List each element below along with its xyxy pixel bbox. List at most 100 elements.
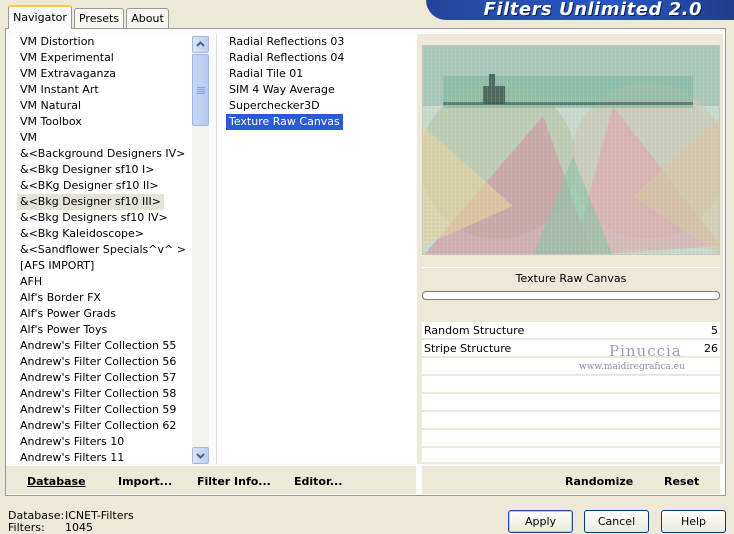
apply-button[interactable]: Apply (508, 510, 573, 533)
scroll-up-button[interactable] (192, 36, 209, 53)
category-item[interactable]: Alf's Border FX (20, 290, 192, 306)
category-item[interactable]: VM Distortion (20, 34, 192, 50)
status-filters-label: Filters: (8, 521, 45, 534)
category-item[interactable]: VM Experimental (20, 50, 192, 66)
filter-label: Radial Reflections 03 (229, 35, 345, 48)
category-label: &<Bkg Designer sf10 III> (17, 194, 165, 210)
filter-label: Radial Reflections 04 (229, 51, 345, 64)
filter-label: Radial Tile 01 (229, 67, 304, 80)
filter-list[interactable]: Radial Reflections 03 Radial Reflections … (216, 34, 416, 464)
category-label: Andrew's Filter Collection 58 (20, 387, 177, 400)
watermark-name: Pinuccia (609, 342, 682, 360)
category-item[interactable]: &<Bkg Designer sf10 III> (17, 194, 192, 210)
category-label: &<Background Designers IV> (20, 147, 186, 160)
watermark-url: www.maidiregrafica.eu (579, 362, 685, 372)
category-item[interactable]: &<Bkg Kaleidoscope> (20, 226, 192, 242)
category-label: Alf's Power Grads (20, 307, 116, 320)
category-label: VM Experimental (20, 51, 114, 64)
category-item[interactable]: VM Toolbox (20, 114, 192, 130)
help-button[interactable]: Help (661, 510, 726, 533)
category-label: VM Natural (20, 99, 82, 112)
cancel-button[interactable]: Cancel (584, 510, 649, 533)
filter-item[interactable]: Radial Reflections 04 (229, 50, 416, 66)
category-item[interactable]: &<Bkg Designer sf10 I> (20, 162, 192, 178)
category-label: VM (20, 131, 38, 144)
editor-button[interactable]: Editor... (294, 475, 342, 488)
tab-about[interactable]: About (126, 8, 169, 28)
category-item[interactable]: VM Natural (20, 98, 192, 114)
tab-presets[interactable]: Presets (74, 8, 124, 28)
category-label: Andrew's Filter Collection 59 (20, 403, 177, 416)
preview-image (422, 45, 720, 255)
filter-item[interactable]: Radial Reflections 03 (229, 34, 416, 50)
category-item[interactable]: Alf's Power Toys (20, 322, 192, 338)
category-label: Andrew's Filter Collection 56 (20, 355, 177, 368)
filter-item[interactable]: Radial Tile 01 (229, 66, 416, 82)
category-label: &<Sandflower Specials^v^ > (20, 243, 186, 256)
logo-text: Filters Unlimited 2.0 (483, 0, 702, 20)
category-item[interactable]: Andrew's Filter Collection 56 (20, 354, 192, 370)
category-list[interactable]: VM Distortion VM Experimental VM Extravaga… (12, 34, 192, 464)
param-label: Stripe Structure (424, 342, 512, 355)
scroll-down-button[interactable] (192, 447, 209, 464)
category-item[interactable]: Andrew's Filters 10 (20, 434, 192, 450)
filter-item[interactable]: SIM 4 Way Average (229, 82, 416, 98)
category-label: Andrew's Filter Collection 57 (20, 371, 177, 384)
category-label: &<BKg Designer sf10 II> (20, 179, 159, 192)
category-label: VM Extravaganza (20, 67, 117, 80)
category-label: AFH (20, 275, 43, 288)
import-button[interactable]: Import... (118, 475, 172, 488)
category-label: [AFS IMPORT] (20, 259, 95, 272)
filter-label: Superchecker3D (229, 99, 320, 112)
category-item[interactable]: &<BKg Designer sf10 II> (20, 178, 192, 194)
param-row[interactable]: Random Structure 5 (422, 322, 720, 339)
category-label: VM Toolbox (20, 115, 82, 128)
category-scrollbar[interactable] (192, 36, 209, 464)
reset-button[interactable]: Reset (664, 475, 699, 488)
category-item[interactable]: Andrew's Filters 11 (20, 450, 192, 464)
scroll-thumb[interactable] (192, 54, 209, 126)
category-item[interactable]: Alf's Power Grads (20, 306, 192, 322)
status-filters-value: 1045 (65, 521, 93, 534)
param-row-empty[interactable] (422, 430, 720, 447)
category-item[interactable]: &<Sandflower Specials^v^ > (20, 242, 192, 258)
filter-label: Texture Raw Canvas (226, 114, 343, 130)
category-item[interactable]: VM (20, 130, 192, 146)
chevron-up-icon (196, 41, 205, 47)
category-label: Andrew's Filter Collection 62 (20, 419, 177, 432)
category-item[interactable]: [AFS IMPORT] (20, 258, 192, 274)
progress-bar (422, 291, 720, 300)
category-label: Alf's Border FX (20, 291, 101, 304)
filter-item[interactable]: Texture Raw Canvas (226, 114, 416, 130)
param-row-empty[interactable] (422, 394, 720, 411)
category-label: &<Bkg Designer sf10 I> (20, 163, 155, 176)
category-item[interactable]: Andrew's Filter Collection 58 (20, 386, 192, 402)
param-row-empty[interactable] (422, 448, 720, 463)
category-item[interactable]: Andrew's Filter Collection 59 (20, 402, 192, 418)
category-label: &<Bkg Designers sf10 IV> (20, 211, 168, 224)
category-label: VM Instant Art (20, 83, 99, 96)
category-item[interactable]: &<Background Designers IV> (20, 146, 192, 162)
param-row-empty[interactable] (422, 412, 720, 429)
category-item[interactable]: Andrew's Filter Collection 57 (20, 370, 192, 386)
category-item[interactable]: VM Instant Art (20, 82, 192, 98)
database-button[interactable]: Database (27, 475, 86, 488)
randomize-button[interactable]: Randomize (565, 475, 633, 488)
category-label: Andrew's Filter Collection 55 (20, 339, 177, 352)
preview-filter-name: Texture Raw Canvas (422, 267, 720, 290)
param-label: Random Structure (424, 324, 525, 337)
param-row-empty[interactable] (422, 376, 720, 393)
filters-unlimited-logo: Filters Unlimited 2.0 (426, 0, 734, 20)
category-item[interactable]: VM Extravaganza (20, 66, 192, 82)
param-value: 26 (704, 342, 718, 355)
category-item[interactable]: AFH (20, 274, 192, 290)
category-label: Alf's Power Toys (20, 323, 108, 336)
filter-label: SIM 4 Way Average (229, 83, 335, 96)
filter-info-button[interactable]: Filter Info... (197, 475, 271, 488)
tab-navigator[interactable]: Navigator (8, 5, 72, 29)
category-label: Andrew's Filters 11 (20, 451, 125, 464)
filter-item[interactable]: Superchecker3D (229, 98, 416, 114)
category-item[interactable]: Andrew's Filter Collection 55 (20, 338, 192, 354)
category-item[interactable]: Andrew's Filter Collection 62 (20, 418, 192, 434)
category-item[interactable]: &<Bkg Designers sf10 IV> (20, 210, 192, 226)
